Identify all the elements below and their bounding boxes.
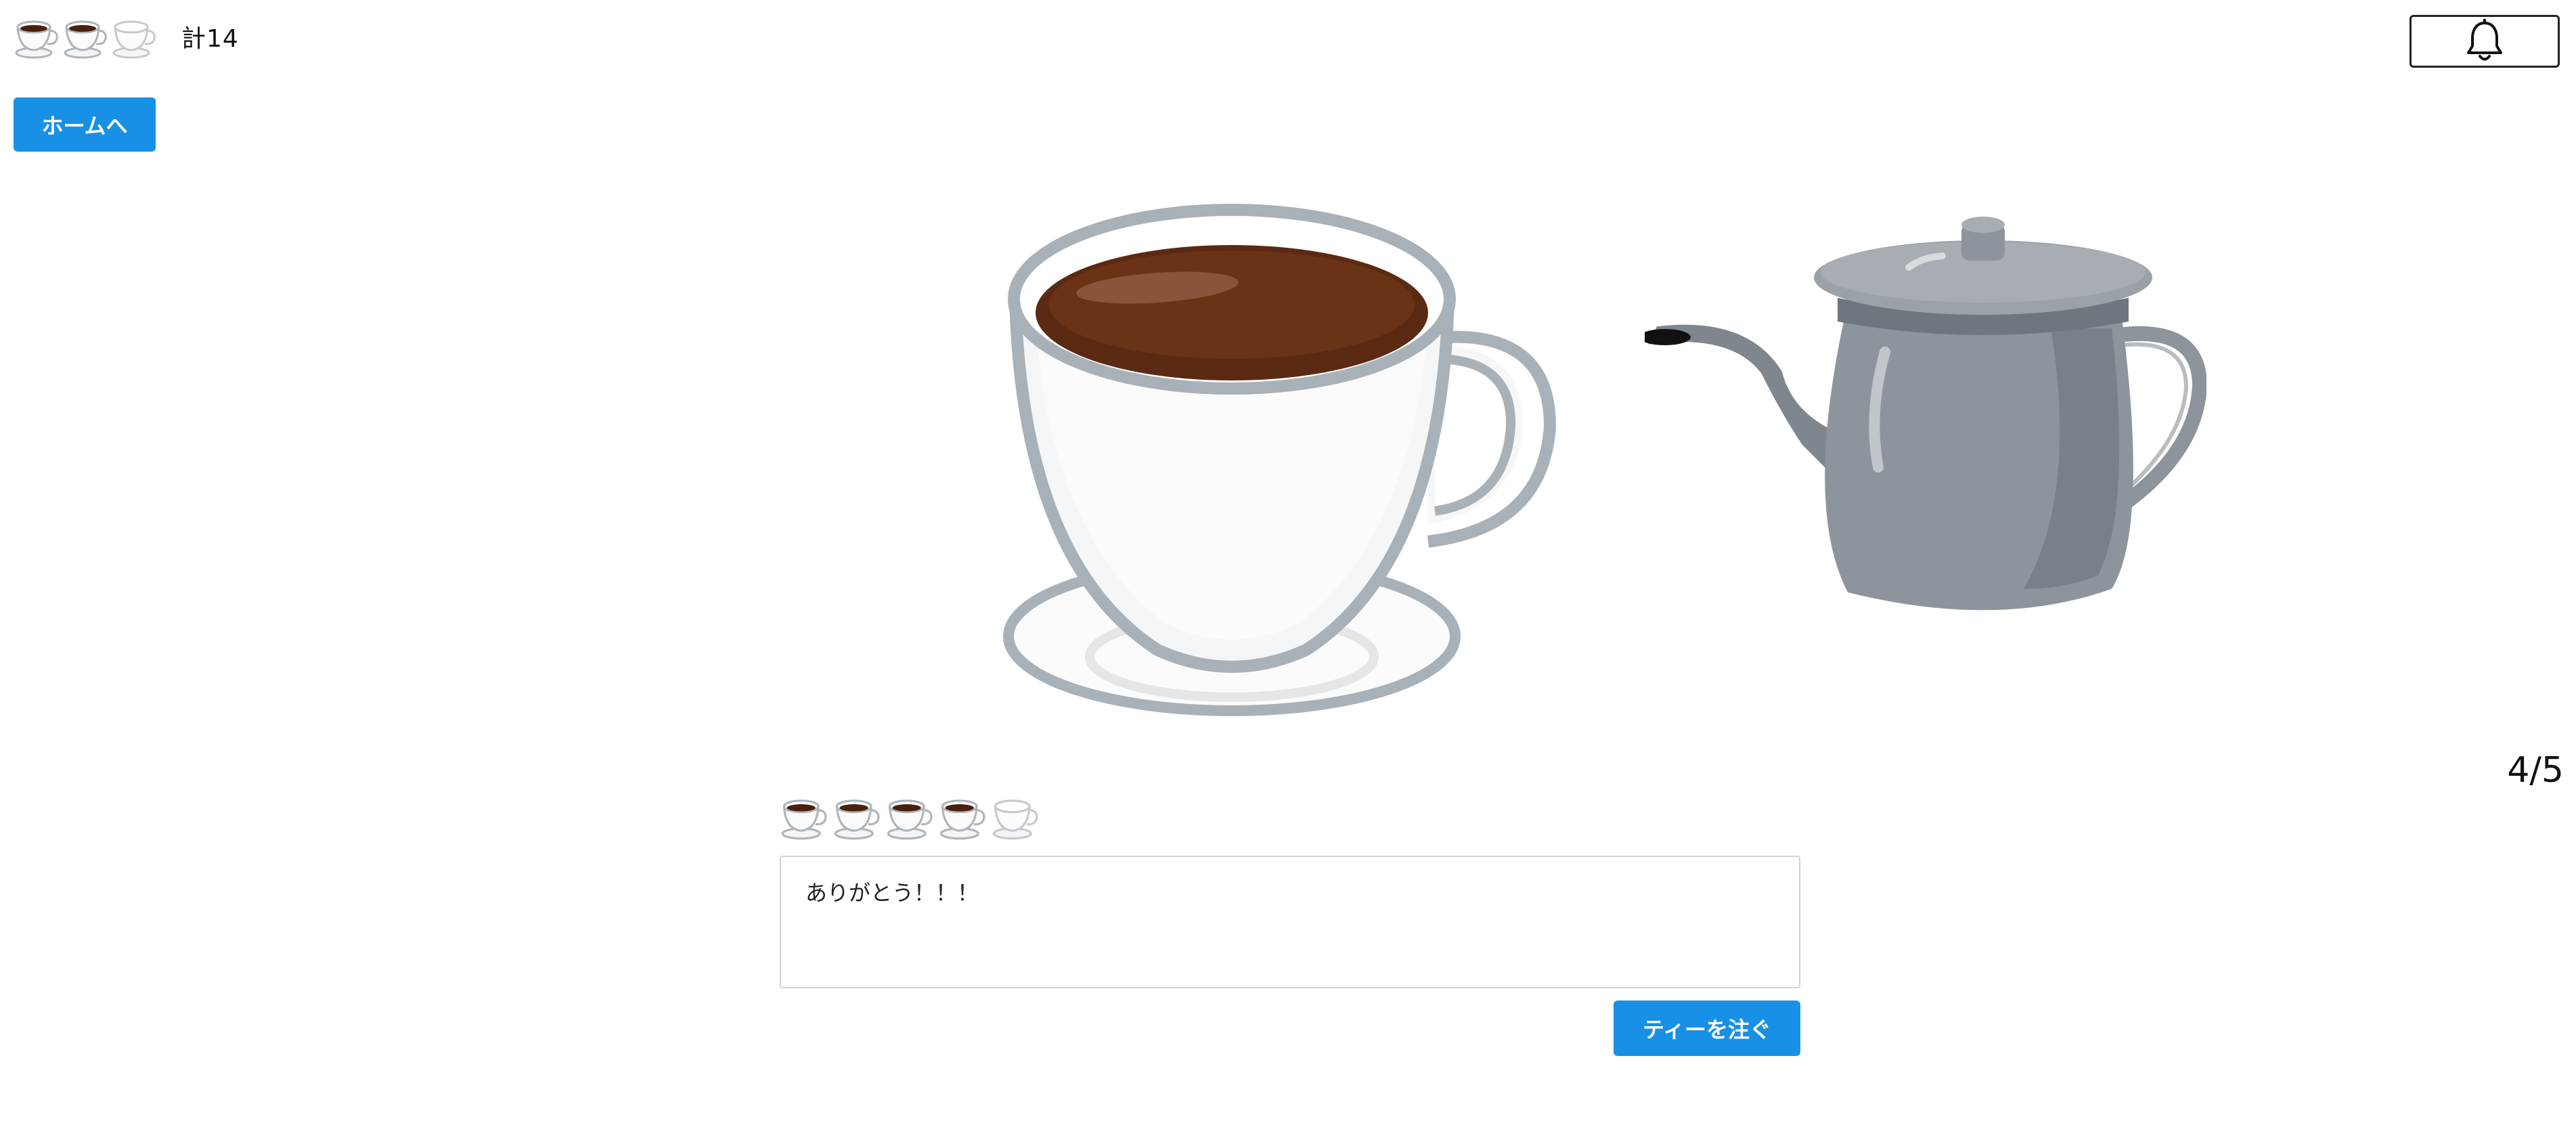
coffee-cup-full-icon xyxy=(64,20,107,59)
home-button[interactable]: ホームへ xyxy=(14,97,156,152)
rating-cup-full-icon[interactable] xyxy=(778,791,830,842)
notification-button[interactable] xyxy=(2410,15,2560,68)
cup-rating[interactable] xyxy=(778,791,1042,842)
total-count-label: 計14 xyxy=(181,25,239,53)
coffee-cup-full-icon xyxy=(15,20,58,59)
page-indicator: 4/5 xyxy=(2507,750,2564,791)
page: 計14 ホームへ 4/5 ありがとう！！！ ティーを注ぐ xyxy=(0,0,2576,1121)
coffee-cup-empty-icon xyxy=(112,20,156,59)
coffee-cup-illustration xyxy=(1003,204,1557,716)
rating-cup-empty-icon[interactable] xyxy=(990,791,1041,842)
pour-tea-button[interactable]: ティーを注ぐ xyxy=(1614,1001,1800,1056)
cup-counter: 計14 xyxy=(12,12,239,61)
illustration xyxy=(988,183,2206,758)
comment-textarea[interactable]: ありがとう！！！ xyxy=(780,856,1800,988)
bell-icon xyxy=(2467,19,2502,61)
rating-cup-full-icon[interactable] xyxy=(937,791,988,842)
rating-cup-full-icon[interactable] xyxy=(831,791,883,842)
rating-cup-full-icon[interactable] xyxy=(884,791,935,842)
coffee-pot-illustration xyxy=(1645,217,2206,611)
